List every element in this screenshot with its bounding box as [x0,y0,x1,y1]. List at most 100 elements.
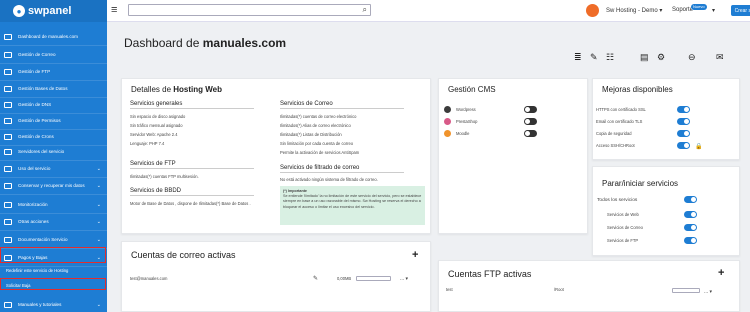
improvement-label: Acceso SSH/CHRoot [596,143,635,148]
support-menu[interactable]: Soporte [672,7,693,13]
sidebar-item-label: Gestión Bases de Datos [18,86,68,91]
server-icon[interactable]: ☷ [606,52,614,63]
support-badge: Nuevo [691,4,707,10]
improvement-toggle[interactable] [677,142,690,149]
sidebar-item-label: Gestión de DNS [18,102,52,107]
support-chevron-icon[interactable]: ▾ [712,7,715,14]
sidebar-item-icon [4,68,12,75]
mail-service-line: Sin limitación por cada cuenta de correo [280,141,354,146]
sidebar-item-8[interactable]: Uso del servicio ⌄ [0,160,107,178]
chevron-down-icon: ⌄ [96,218,101,225]
ftp-account-user: test [446,287,453,292]
filter-service-line: No está activado ningún sistema de filtr… [280,177,378,182]
db-services-title: Servicios de BBDD [130,188,254,196]
chevron-down-icon: ⌄ [96,236,101,243]
highlight-solicitar-baja [0,278,106,290]
sidebar-item-icon [4,133,12,140]
service-toggle[interactable] [684,224,697,231]
logo[interactable]: ● swpanel [0,0,107,22]
cms-item-label: PrestaShop [456,119,478,124]
mail-accounts-title: Cuentas de correo activas [131,250,236,260]
sidebar-item-label: Documentación Servicio [18,237,68,242]
settings-icon[interactable]: ⚙ [657,52,665,63]
mail-icon[interactable]: ✉ [716,52,724,63]
new-service-button[interactable]: Crear servicio [731,5,750,16]
mail-services-title: Servicios de Correo [280,101,404,109]
improvements-title: Mejoras disponibles [602,85,673,94]
cms-toggle[interactable] [524,130,537,137]
mail-service-line: Ilimitadas(*) Listas de Distribución [280,132,342,137]
sidebar-item-label: Conservar y recuperar mis datos [18,183,85,188]
add-mail-account-icon[interactable]: + [412,249,418,261]
chevron-down-icon: ⌄ [96,165,101,172]
sidebar: ● swpanel Dashboard de manuales.com Gestió… [0,0,107,312]
ftp-account-more[interactable]: ... ▾ [704,289,712,295]
page-title: Dashboard de manuales.com [124,36,287,50]
cms-2-icon [444,130,451,137]
service-label: Servicios de Correo [607,225,643,230]
cms-title: Gestión CMS [448,85,496,94]
improvement-toggle[interactable] [677,118,690,125]
improvement-label: Email con certificado TLS [596,119,643,124]
all-services-toggle[interactable] [684,196,697,203]
add-ftp-account-icon[interactable]: + [718,267,724,279]
avatar[interactable] [586,4,599,17]
share-icon[interactable]: ⊖ [688,52,696,63]
account-selector[interactable]: Sw Hosting - Demo ▾ [606,7,662,14]
topbar: ≡ ⌕ Sw Hosting - Demo ▾ Soporte Nuevo ▾ … [107,0,750,22]
cms-toggle[interactable] [524,118,537,125]
files-icon[interactable]: ▤ [640,52,649,63]
sidebar-item-icon [4,117,12,124]
sidebar-item-9[interactable]: Conservar y recuperar mis datos ⌄ [0,177,107,195]
services-title: Parar/iniciar servicios [602,179,679,188]
improvement-toggle[interactable] [677,106,690,113]
sidebar-item-11[interactable]: Otras acciones ⌄ [0,213,107,231]
cms-toggle[interactable] [524,106,537,113]
all-services-label: Todos los servicios [597,198,638,203]
important-note: (*) Importante Se entiende 'ilimitado' la… [280,186,425,225]
sidebar-item-icon [4,33,12,40]
improvement-toggle[interactable] [677,130,690,137]
sidebar-item-label: Dashboard de manuales.com [18,34,79,39]
service-toggle[interactable] [684,237,697,244]
service-label: Servicios de Web [607,212,639,217]
ftp-accounts-card: Cuentas FTP activas [438,260,740,312]
ftp-account-usage-bar [672,288,700,293]
sidebar-item-label: Gestión de Correo [18,52,56,57]
mail-account-usage-bar [356,276,391,281]
general-service-line: Sin tráfico mensual asignado [130,123,183,128]
sidebar-item-1[interactable]: Gestión de Correo [0,46,107,64]
sidebar-item-label: Gestión de FTP [18,69,51,74]
sidebar-item-10[interactable]: Monitorización ⌄ [0,196,107,214]
database-icon[interactable]: ≣ [574,52,582,63]
search-input[interactable]: ⌕ [128,4,371,16]
improvement-label: HTTPS con certificado SSL [596,107,646,112]
edit-icon[interactable]: ✎ [590,52,598,63]
search-icon[interactable]: ⌕ [363,5,367,15]
mail-account-more[interactable]: ... ▾ [400,276,408,282]
sidebar-item-14[interactable]: Manuales y tutoriales ⌄ [0,296,107,312]
sidebar-item-7[interactable]: Servidores del servicio [0,143,107,161]
sidebar-item-icon [4,218,12,225]
sidebar-item-0[interactable]: Dashboard de manuales.com [0,28,107,46]
chevron-down-icon: ⌄ [96,201,101,208]
sidebar-item-icon [4,51,12,58]
sidebar-item-icon [4,236,12,243]
sidebar-item-2[interactable]: Gestión de FTP [0,63,107,81]
service-toggle[interactable] [684,211,697,218]
sidebar-item-label: Gestión de Crons [18,134,54,139]
sidebar-item-label: Otras acciones [18,219,49,224]
ftp-service-line: Ilimitadas(*) cuentas FTP multisesión. [130,174,199,179]
sidebar-sub-renew[interactable]: Redefinir este servicio de Hosting [6,268,68,273]
improvement-label: Copia de seguridad [596,131,632,136]
sidebar-item-icon [4,165,12,172]
menu-icon[interactable]: ≡ [111,5,117,16]
service-label: Servicios de FTP [607,238,639,243]
cms-item-label: Wordpress [456,107,476,112]
general-service-line: Sin espacio de disco asignado [130,114,186,119]
general-services-title: Servicios generales [130,101,254,109]
general-service-line: Lenguaje: PHP 7.4 [130,141,165,146]
mail-account-icon[interactable]: ✎ [313,275,318,282]
mail-service-line: Ilimitados(*) Alias de correo electrónic… [280,123,351,128]
ftp-accounts-title: Cuentas FTP activas [448,269,532,279]
